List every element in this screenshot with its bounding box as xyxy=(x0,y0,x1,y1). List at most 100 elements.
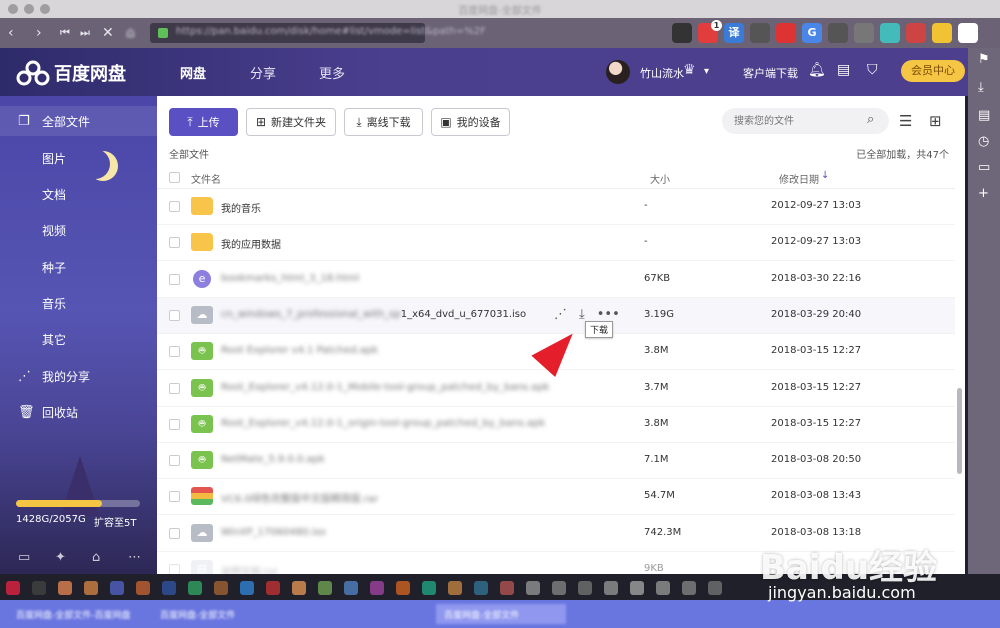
close-window-icon[interactable] xyxy=(8,4,18,14)
dock-app-icon[interactable] xyxy=(396,581,410,595)
address-bar[interactable]: https://pan.baidu.com/disk/home#list/vmo… xyxy=(150,23,486,43)
nav-more[interactable]: 更多 xyxy=(319,63,345,82)
panel-icon[interactable]: ▭ xyxy=(978,160,990,175)
chevron-down-icon[interactable]: ▾ xyxy=(704,66,709,77)
translate-icon[interactable]: 译 xyxy=(724,23,744,43)
col-size-header[interactable]: 大小 xyxy=(650,171,670,186)
file-name[interactable]: 说明文档.txt xyxy=(221,563,278,574)
dock-app-icon[interactable] xyxy=(422,581,436,595)
bulb-icon[interactable] xyxy=(932,23,952,43)
zoom-window-icon[interactable] xyxy=(40,4,50,14)
google-translate-icon[interactable]: G xyxy=(802,23,822,43)
dock-app-icon[interactable] xyxy=(630,581,644,595)
file-name[interactable]: WinXP_17060480.iso xyxy=(221,527,326,538)
row-checkbox[interactable] xyxy=(169,382,180,394)
file-name[interactable]: Root_Explorer_v4.12.0-1_origin-tool-grou… xyxy=(221,418,545,429)
bell-icon[interactable]: 🔔︎ xyxy=(808,62,826,78)
row-checkbox[interactable] xyxy=(169,237,180,249)
file-name[interactable]: 我的音乐 xyxy=(221,200,261,215)
grid-icon[interactable] xyxy=(828,23,848,43)
upload-button[interactable]: ⤒ 上传 xyxy=(169,108,238,136)
row-checkbox[interactable] xyxy=(169,564,180,574)
row-checkbox[interactable] xyxy=(169,491,180,503)
nav-netdisk[interactable]: 网盘 xyxy=(180,63,206,82)
dock-app-icon[interactable] xyxy=(84,581,98,595)
dock-app-icon[interactable] xyxy=(448,581,462,595)
download-icon[interactable]: ⤓ xyxy=(579,307,585,322)
sidebar-item-music[interactable]: 音乐 xyxy=(0,288,157,318)
search-icon[interactable]: ⌕ xyxy=(867,112,874,127)
skip-forward-icon[interactable]: ⏭ xyxy=(80,24,90,42)
vip-center-button[interactable]: 会员中心 xyxy=(901,60,965,82)
file-name[interactable]: Root_Explorer_v4.12.0-1_Mobile-tool-grou… xyxy=(221,382,549,393)
select-all-checkbox[interactable] xyxy=(169,172,180,183)
username[interactable]: 竹山流水 xyxy=(640,65,684,81)
more-icon[interactable]: ••• xyxy=(597,307,620,322)
dock-app-icon[interactable] xyxy=(708,581,722,595)
sidebar-item-docs[interactable]: 文档 xyxy=(0,179,157,209)
row-checkbox[interactable] xyxy=(169,527,180,539)
wand-icon[interactable] xyxy=(880,23,900,43)
sidebar-item-videos[interactable]: 视频 xyxy=(0,215,157,245)
sidebar-item-recycle[interactable]: 🗑︎ 回收站 xyxy=(0,397,157,427)
table-row[interactable]: 我的音乐 - 2012-09-27 13:03 xyxy=(157,189,955,225)
sort-icon[interactable]: ☰ xyxy=(899,112,912,130)
table-row[interactable]: 我的应用数据 - 2012-09-27 13:03 xyxy=(157,225,955,262)
offline-download-button[interactable]: ⤓ 离线下载 xyxy=(344,108,423,136)
row-checkbox[interactable] xyxy=(169,201,180,212)
star-icon[interactable]: ✦ xyxy=(55,550,66,565)
shield-red-icon[interactable]: 1 xyxy=(698,20,722,43)
col-date-header[interactable]: 修改日期 xyxy=(779,171,819,186)
file-name[interactable]: VC6.0绿色完整版中文版精简版.rar xyxy=(221,490,378,505)
dock-app-icon[interactable] xyxy=(188,581,202,595)
minimize-window-icon[interactable] xyxy=(24,4,34,14)
row-checkbox[interactable] xyxy=(169,309,180,321)
nav-share[interactable]: 分享 xyxy=(250,63,276,82)
share-icon[interactable]: ⋰ xyxy=(554,307,567,322)
back-icon[interactable]: ‹ xyxy=(8,24,14,42)
avatar[interactable] xyxy=(606,60,630,84)
file-name[interactable]: NetMate_5.9.0.0.apk xyxy=(221,454,325,465)
dock-app-icon[interactable] xyxy=(552,581,566,595)
sidebar-item-other[interactable]: 其它 xyxy=(0,324,157,354)
my-devices-button[interactable]: ▣ 我的设备 xyxy=(431,108,510,136)
shirt-icon[interactable]: ⛉ xyxy=(867,62,878,78)
table-row[interactable]: 🤖︎ Root_Explorer_v4.12.0-1_origin-tool-gr… xyxy=(157,407,955,443)
dock-app-icon[interactable] xyxy=(58,581,72,595)
tab-2[interactable]: 百度网盘-全部文件 xyxy=(152,604,292,624)
dock-app-icon[interactable] xyxy=(474,581,488,595)
skip-back-icon[interactable]: ⏮ xyxy=(60,24,70,42)
screen-icon[interactable]: ▭ xyxy=(18,550,30,565)
download-icon[interactable]: ⤓ xyxy=(978,80,984,95)
dock-app-icon[interactable] xyxy=(32,581,46,595)
dock-app-icon[interactable] xyxy=(656,581,670,595)
clipboard-icon[interactable]: ▤ xyxy=(837,62,850,78)
sidebar-item-images[interactable]: 图片 xyxy=(0,143,157,173)
dock-app-icon[interactable] xyxy=(136,581,150,595)
adblock-icon[interactable] xyxy=(776,23,796,43)
dock-app-icon[interactable] xyxy=(604,581,618,595)
client-download-link[interactable]: 客户端下载 xyxy=(743,65,798,81)
dock-app-icon[interactable] xyxy=(162,581,176,595)
screen-icon[interactable] xyxy=(672,23,692,43)
dock-app-icon[interactable] xyxy=(292,581,306,595)
sidebar-item-all-files[interactable]: ❐ 全部文件 xyxy=(0,106,157,136)
more-icon[interactable]: ⋯ xyxy=(128,550,141,565)
file-name[interactable]: bookmarks_html_3_18.html xyxy=(221,273,359,284)
dock-app-icon[interactable] xyxy=(240,581,254,595)
row-checkbox[interactable] xyxy=(169,273,180,285)
grid-view-icon[interactable]: ⊞ xyxy=(929,112,942,130)
tab-3[interactable]: 百度网盘-全部文件 xyxy=(436,604,566,624)
house-icon[interactable]: ⌂ xyxy=(92,550,100,565)
dock-app-icon[interactable] xyxy=(526,581,540,595)
baidu-netdisk-logo[interactable]: 百度网盘 xyxy=(16,60,126,86)
file-name[interactable]: cn_windows_7_professional_with_sp1_x64_d… xyxy=(221,309,526,320)
dock-app-icon[interactable] xyxy=(682,581,696,595)
table-row[interactable]: e bookmarks_html_3_18.html 67KB 2018-03-30 … xyxy=(157,262,955,298)
dock-app-icon[interactable] xyxy=(6,581,20,595)
table-row[interactable]: 🤖︎ NetMate_5.9.0.0.apk 7.1M 2018-03-08 20:5… xyxy=(157,443,955,480)
download-red-icon[interactable] xyxy=(906,23,926,43)
sidebar-item-torrents[interactable]: 种子 xyxy=(0,252,157,282)
dock-app-icon[interactable] xyxy=(266,581,280,595)
row-checkbox[interactable] xyxy=(169,455,180,467)
